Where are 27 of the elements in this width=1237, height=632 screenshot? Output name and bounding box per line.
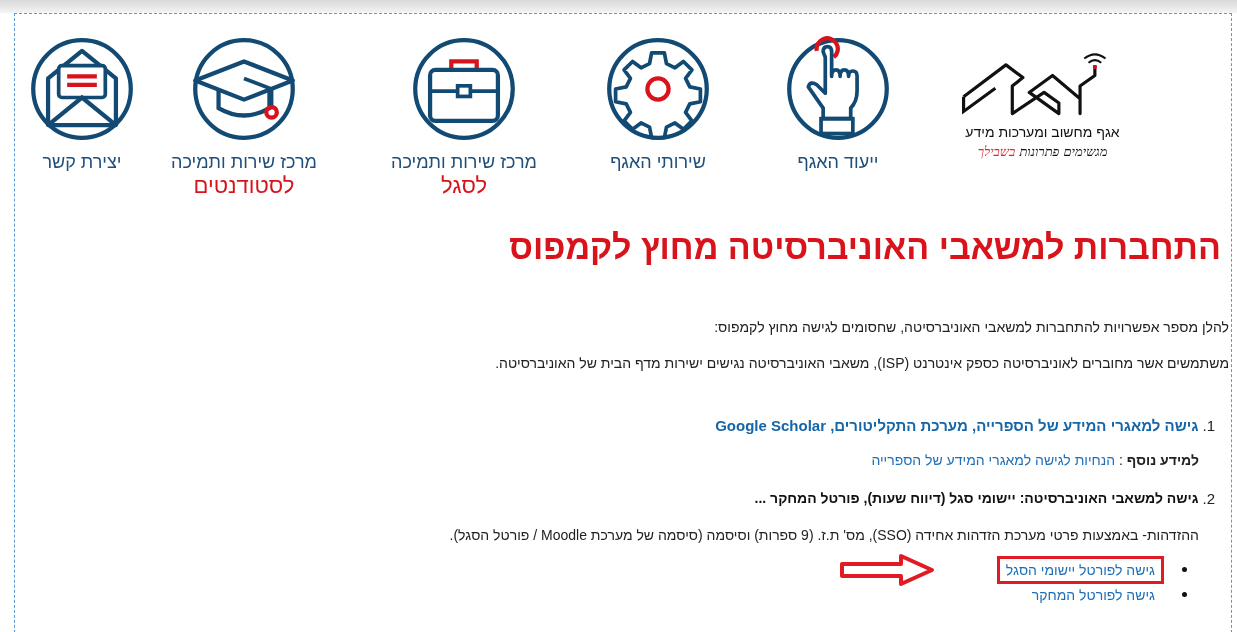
nav-label[interactable]: מרכז שירות ותמיכה [171,152,317,173]
more-info-text: למידע נוסף : הנחיות לגישה למאגרי המידע של הספרייה [870,452,1199,468]
envelope-icon [29,36,135,142]
guide-link[interactable]: הנחיות לגישה למאגרי המידע של הספרייה [871,452,1116,468]
nav-sublabel[interactable]: לסגל [440,173,488,199]
list-number: 2. [1202,490,1215,507]
paragraph: משתמשים אשר מחוברים לאוניברסיטה כספק אינטרנט (ISP), משאבי האוניברסיטה נגישים ישירות מדף הבית של האוניברסיטה. [494,355,1229,371]
section-heading: גישה למשאבי האוניברסיטה: יישומי סגל (דיווח שעות), פורטל המחקר ... [754,490,1199,507]
graduation-cap-icon [191,36,297,142]
nav-label[interactable]: מרכז שירות ותמיכה [391,152,537,173]
note-text: ההזדהות- באמצעות פרטי מערכת הזדהות אחידה (SSO), מס' ת.ז. (9 ספרות) וסיסמה (סיסמה של מערכת Moodle / פורטל הסגל). [448,527,1199,543]
nav-label[interactable]: יצירת קשר [42,152,122,173]
briefcase-icon [411,36,517,142]
logo-tagline: מגשימים פתרונות בשבילך [977,144,1108,160]
gear-icon [605,36,711,142]
portal-link[interactable]: גישה לפורטל יישומי הסגל [996,555,1164,584]
logo-name: אגף מחשוב ומערכות מידע [965,124,1120,140]
pointing-hand-icon [785,36,891,142]
page-title: התחברות למשאבי האוניברסיטה מחוץ לקמפוס [508,228,1221,267]
bullet-dot [1182,567,1187,572]
section-link[interactable]: גישה למאגרי המידע של הספרייה, מערכת התקליטורים, Google Scholar [715,417,1199,434]
nav-label[interactable]: שירותי האגף [610,152,706,173]
list-number: 1. [1202,417,1215,434]
paragraph: להלן מספר אפשרויות להתחברות למשאבי האוניברסיטה, שחסומים לגישה מחוץ לקמפוס: [713,319,1229,335]
nav-sublabel[interactable]: לסטודנטים [193,173,295,199]
bullet-dot [1182,592,1187,597]
nav-label[interactable]: ייעוד האגף [797,152,879,173]
